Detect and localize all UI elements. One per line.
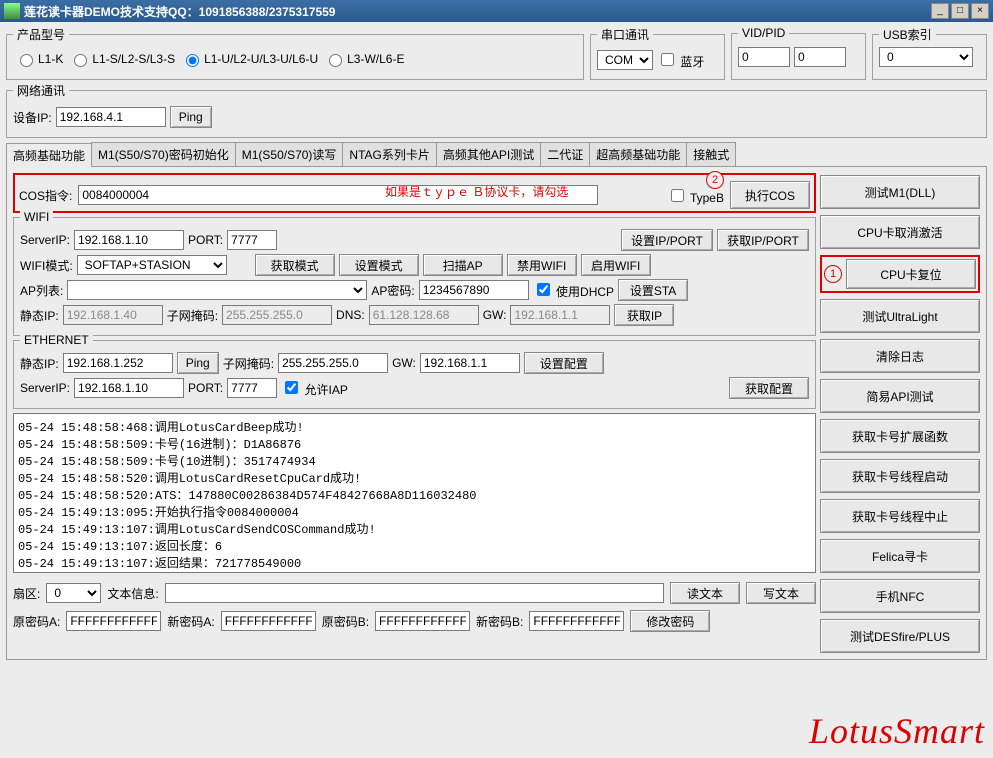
set-mode-button[interactable]: 设置模式 <box>339 254 419 276</box>
nfc-button[interactable]: 手机NFC <box>820 579 980 613</box>
bluetooth-check[interactable]: 蓝牙 <box>657 50 704 70</box>
eth-static-ip[interactable] <box>63 353 173 373</box>
com-select[interactable]: COM1 <box>597 50 653 70</box>
cpu-reset-highlight: 1 CPU卡复位 <box>820 255 980 293</box>
ultralight-button[interactable]: 测试UltraLight <box>820 299 980 333</box>
app-icon <box>4 3 20 19</box>
product-model-group: 产品型号 L1-K L1-S/L2-S/L3-S L1-U/L2-U/L3-U/… <box>6 26 584 80</box>
wifi-static-ip <box>63 305 163 325</box>
pwd-b-new[interactable] <box>529 611 624 631</box>
disable-wifi-button[interactable]: 禁用WIFI <box>507 254 577 276</box>
wifi-mode-select[interactable]: SOFTAP+STASION <box>77 255 227 275</box>
read-text-button[interactable]: 读文本 <box>670 582 740 604</box>
close-button[interactable]: × <box>971 3 989 19</box>
thread-start-button[interactable]: 获取卡号线程启动 <box>820 459 980 493</box>
serial-group: 串口通讯 COM1 蓝牙 <box>590 26 725 80</box>
eth-serverip[interactable] <box>74 378 184 398</box>
cos-command-box: COS指令: 如果是ｔｙｐｅ Ｂ协议卡，请勾选 TypeB 2 执行COS <box>13 173 816 213</box>
get-config-button[interactable]: 获取配置 <box>729 377 809 399</box>
annotation-2: 2 <box>706 171 724 189</box>
dhcp-check[interactable]: 使用DHCP <box>533 280 614 300</box>
tab-uhf[interactable]: 超高频基础功能 <box>589 142 687 166</box>
wifi-port-input[interactable] <box>227 230 277 250</box>
wifi-gw <box>510 305 610 325</box>
wifi-serverip-input[interactable] <box>74 230 184 250</box>
sector-select[interactable]: 0 <box>46 583 101 603</box>
radio-l1k[interactable]: L1-K <box>15 51 63 67</box>
vidpid-group: VID/PID <box>731 26 866 80</box>
set-ipport-button[interactable]: 设置IP/PORT <box>621 229 713 251</box>
desfire-button[interactable]: 测试DESfire/PLUS <box>820 619 980 653</box>
ping-button[interactable]: Ping <box>170 106 212 128</box>
ext-func-button[interactable]: 获取卡号扩展函数 <box>820 419 980 453</box>
cpu-deactivate-button[interactable]: CPU卡取消激活 <box>820 215 980 249</box>
usb-index-select[interactable]: 0 <box>879 47 973 67</box>
eth-gw[interactable] <box>420 353 520 373</box>
product-radios: L1-K L1-S/L2-S/L3-S L1-U/L2-U/L3-U/L6-U … <box>13 47 577 71</box>
thread-stop-button[interactable]: 获取卡号线程中止 <box>820 499 980 533</box>
eth-ping-button[interactable]: Ping <box>177 352 219 374</box>
radio-l1u[interactable]: L1-U/L2-U/L3-U/L6-U <box>181 51 318 67</box>
radio-l1s[interactable]: L1-S/L2-S/L3-S <box>69 51 175 67</box>
get-mode-button[interactable]: 获取模式 <box>255 254 335 276</box>
felica-button[interactable]: Felica寻卡 <box>820 539 980 573</box>
clear-log-button[interactable]: 清除日志 <box>820 339 980 373</box>
cpu-reset-button[interactable]: CPU卡复位 <box>846 259 976 289</box>
ap-list-select[interactable] <box>67 280 367 300</box>
ap-pwd-input[interactable] <box>419 280 529 300</box>
wifi-group: WIFI ServerIP: PORT: 设置IP/PORT 获取IP/PORT… <box>13 217 816 336</box>
tab-ntag[interactable]: NTAG系列卡片 <box>342 142 436 166</box>
pid-input[interactable] <box>794 47 846 67</box>
iap-check[interactable]: 允许IAP <box>281 378 348 398</box>
device-ip-input[interactable] <box>56 107 166 127</box>
tab-bar: 高频基础功能 M1(S50/S70)密码初始化 M1(S50/S70)读写 NT… <box>6 142 987 167</box>
simple-api-button[interactable]: 简易API测试 <box>820 379 980 413</box>
pwd-a-new[interactable] <box>221 611 316 631</box>
test-m1-button[interactable]: 测试M1(DLL) <box>820 175 980 209</box>
tab-hf-api[interactable]: 高频其他API测试 <box>436 142 541 166</box>
minimize-button[interactable]: _ <box>931 3 949 19</box>
modify-pwd-button[interactable]: 修改密码 <box>630 610 710 632</box>
ethernet-group: ETHERNET 静态IP: Ping 子网掩码: GW: 设置配置 Serve… <box>13 340 816 409</box>
product-legend: 产品型号 <box>13 26 69 43</box>
scan-ap-button[interactable]: 扫描AP <box>423 254 503 276</box>
tab-m1-pwd-init[interactable]: M1(S50/S70)密码初始化 <box>91 142 236 166</box>
network-group: 网络通讯 设备IP: Ping <box>6 82 987 138</box>
wifi-dns <box>369 305 479 325</box>
text-info-input[interactable] <box>165 583 664 603</box>
maximize-button[interactable]: □ <box>951 3 969 19</box>
vid-input[interactable] <box>738 47 790 67</box>
window-title: 莲花读卡器DEMO技术支持QQ：1091856388/2375317559 <box>24 3 929 20</box>
titlebar: 莲花读卡器DEMO技术支持QQ：1091856388/2375317559 _ … <box>0 0 993 22</box>
get-ip-button[interactable]: 获取IP <box>614 304 674 326</box>
eth-mask[interactable] <box>278 353 388 373</box>
write-text-button[interactable]: 写文本 <box>746 582 816 604</box>
usb-index-group: USB索引 0 <box>872 26 987 80</box>
watermark: LotusSmart <box>809 710 985 752</box>
tab-hf-basic[interactable]: 高频基础功能 <box>6 143 92 167</box>
wifi-mask <box>222 305 332 325</box>
annotation-1: 1 <box>824 265 842 283</box>
enable-wifi-button[interactable]: 启用WIFI <box>581 254 651 276</box>
tab-contact[interactable]: 接触式 <box>686 142 736 166</box>
typeb-hint: 如果是ｔｙｐｅ Ｂ协议卡，请勾选 <box>385 183 568 200</box>
pwd-a-old[interactable] <box>66 611 161 631</box>
tab-m1-rw[interactable]: M1(S50/S70)读写 <box>235 142 344 166</box>
exec-cos-button[interactable]: 执行COS <box>730 181 810 209</box>
pwd-b-old[interactable] <box>375 611 470 631</box>
side-buttons: 测试M1(DLL) CPU卡取消激活 1 CPU卡复位 测试UltraLight… <box>820 173 980 653</box>
get-ipport-button[interactable]: 获取IP/PORT <box>717 229 809 251</box>
set-config-button[interactable]: 设置配置 <box>524 352 604 374</box>
log-output[interactable]: 05-24 15:48:58:468:调用LotusCardBeep成功! 05… <box>13 413 816 573</box>
set-sta-button[interactable]: 设置STA <box>618 279 688 301</box>
tab-idcard[interactable]: 二代证 <box>540 142 590 166</box>
radio-l3w[interactable]: L3-W/L6-E <box>324 51 404 67</box>
eth-port[interactable] <box>227 378 277 398</box>
